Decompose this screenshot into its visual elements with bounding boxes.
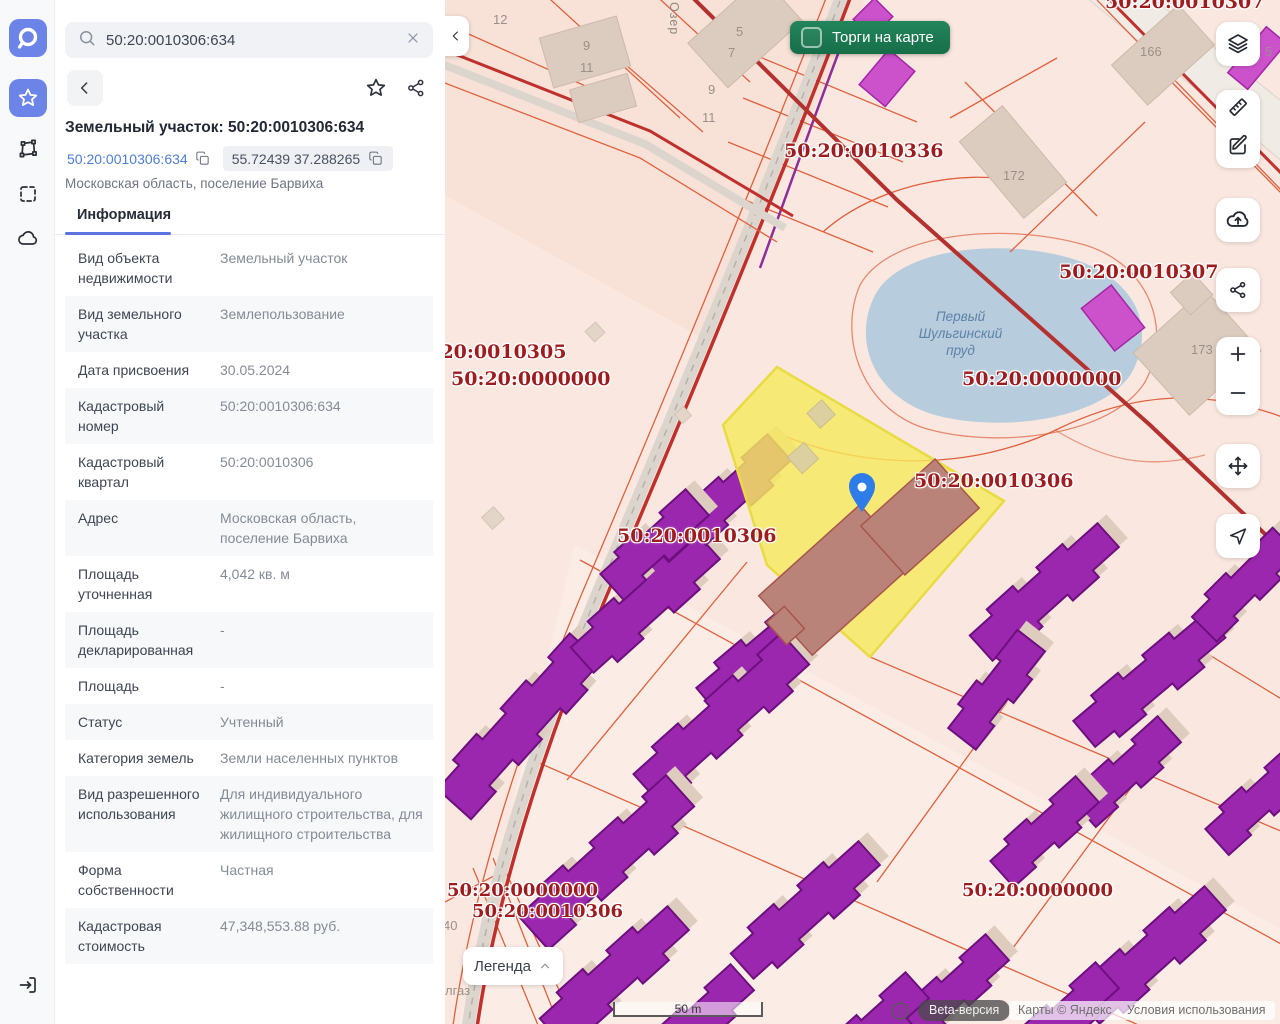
auction-toggle-button[interactable]: Торги на карте [790,21,950,54]
tab-information[interactable]: Информация [77,207,171,223]
search-input[interactable]: 50:20:0010306:634 [65,22,433,58]
share-map-button[interactable] [1216,268,1260,312]
table-row: Форма собственностиЧастная [65,852,433,908]
active-tab-underline [65,232,171,235]
coordinates-chip[interactable]: 55.72439 37.288265 [223,146,393,171]
share-button[interactable] [398,70,434,106]
search-icon [77,28,97,53]
table-row: Кадастровый квартал50:20:0010306 [65,444,433,500]
zoom-in-button[interactable] [1227,343,1249,370]
map-attribution: Карты © Яндекс Условия использования [1009,1001,1275,1020]
table-row: Вид объекта недвижимостиЗемельный участо… [65,240,433,296]
polygon-select-button[interactable] [9,130,47,168]
info-icon[interactable] [888,999,911,1022]
info-table: Вид объекта недвижимостиЗемельный участо… [65,240,433,964]
favorites-star-button[interactable] [9,79,47,117]
cadastral-map-app: 50:20:0010306:634 Земельный участок: 50:… [0,0,1280,1024]
legend-button[interactable]: Легенда [463,947,563,985]
pan-button[interactable] [1216,444,1260,488]
table-row: Дата присвоения30.05.2024 [65,352,433,388]
tab-bar: Информация [55,201,445,235]
collapse-panel-button[interactable] [445,16,469,56]
favorite-button[interactable] [358,70,394,106]
my-location-button[interactable] [1216,514,1260,558]
area-select-button[interactable] [9,175,47,213]
table-row: СтатусУчтенный [65,704,433,740]
scale-bar: 50 m [613,1002,763,1017]
map-graphics [445,0,1280,1024]
table-row: Кадастровый номер50:20:0010306:634 [65,388,433,444]
chevron-up-icon [538,959,552,973]
table-row: Площадь уточненная4,042 кв. м [65,556,433,612]
upload-button[interactable] [1216,198,1260,242]
back-button[interactable] [67,70,103,106]
attribution-text[interactable]: Карты © Яндекс [1018,1001,1112,1020]
ruler-button[interactable] [1226,95,1250,124]
zoom-group [1216,337,1260,415]
cadastral-number-link[interactable]: 50:20:0010306:634 [65,146,213,171]
zoom-out-button[interactable] [1227,382,1249,409]
sign-in-button[interactable] [9,966,47,1004]
info-panel: 50:20:0010306:634 Земельный участок: 50:… [55,0,445,1024]
address-line: Московская область, поселение Барвиха [65,176,323,191]
table-row: АдресМосковская область, поселение Барви… [65,500,433,556]
measure-edit-group [1216,90,1260,168]
table-row: Площадь декларированная- [65,612,433,668]
table-row: Площадь- [65,668,433,704]
table-row: Категория земельЗемли населенных пунктов [65,740,433,776]
map-canvas[interactable]: ПервыйШульгинскийпруд Озер 50:20:0010307… [445,0,1280,1024]
beta-badge: Beta-версия [918,1000,1010,1021]
app-logo[interactable] [9,19,47,57]
terms-link[interactable]: Условия использования [1127,1001,1266,1020]
page-title: Земельный участок: 50:20:0010306:634 [65,119,364,137]
cloud-layers-button[interactable] [9,220,47,258]
table-row: Вид разрешенного использованияДля индиви… [65,776,433,852]
table-row: Кадастровая стоимость47,348,553.88 руб. [65,908,433,964]
icon-rail [0,0,55,1024]
clear-search-icon[interactable] [405,30,421,51]
layers-button[interactable] [1216,22,1260,66]
table-row: Вид земельного участкаЗемлепользование [65,296,433,352]
search-value[interactable]: 50:20:0010306:634 [106,32,396,49]
auction-checkbox[interactable] [801,27,822,48]
draw-edit-button[interactable] [1226,134,1250,163]
chips-row: 50:20:0010306:634 55.72439 37.288265 [65,146,393,171]
